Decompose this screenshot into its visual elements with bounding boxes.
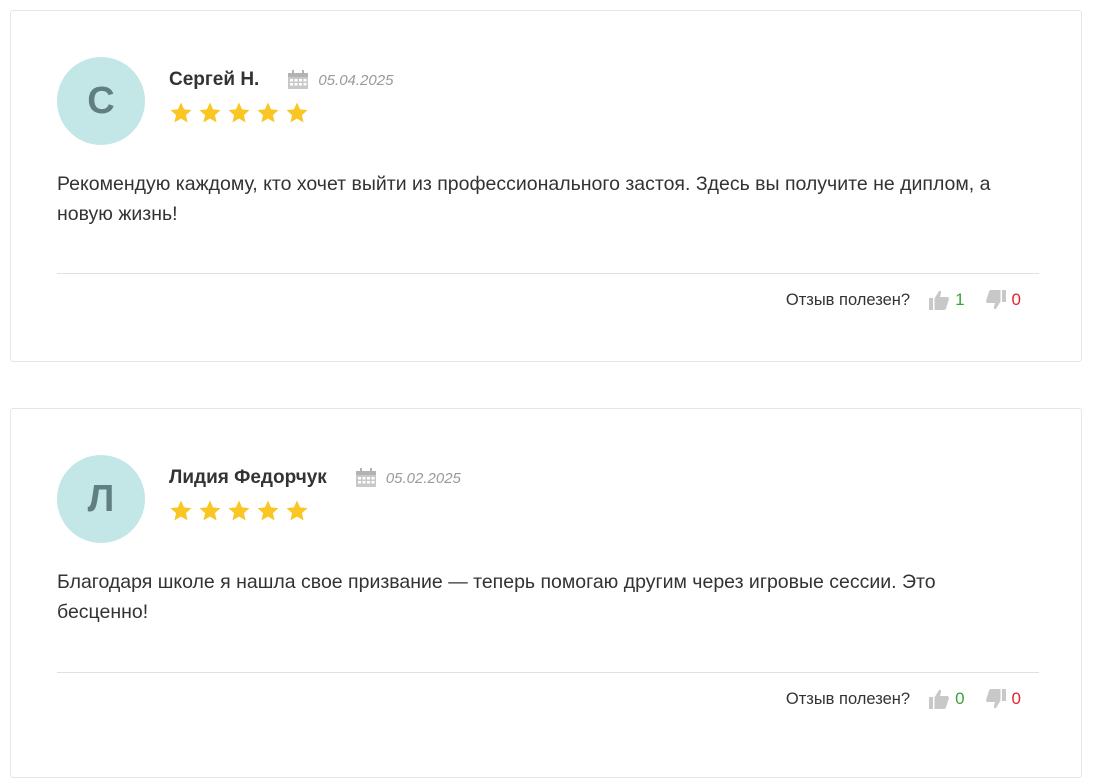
like-button[interactable]: 1 bbox=[928, 289, 965, 311]
star-icon bbox=[257, 500, 279, 521]
author-name: Сергей Н. bbox=[169, 69, 260, 90]
helpful-label: Отзыв полезен? bbox=[785, 689, 911, 708]
star-icon bbox=[170, 500, 192, 521]
star-icon bbox=[170, 102, 192, 123]
review-card: С Сергей Н. 05.04.2025 Рекомендую каждом… bbox=[10, 10, 1082, 362]
review-date: 05.02.2025 bbox=[385, 469, 461, 487]
review-card: Л Лидия Федорчук 05.02.2025 Благодаря шк… bbox=[10, 408, 1082, 778]
review-text: Рекомендую каждому, кто хочет выйти из п… bbox=[57, 173, 991, 225]
review-text: Благодаря школе я нашла свое призвание —… bbox=[57, 571, 936, 623]
review-date-wrap: 05.02.2025 bbox=[355, 468, 461, 488]
star-icon bbox=[228, 102, 250, 123]
thumbs-down-icon bbox=[985, 290, 1006, 310]
author-name: Лидия Федорчук bbox=[169, 467, 327, 488]
star-icon bbox=[199, 500, 221, 521]
avatar-letter: Л bbox=[87, 477, 115, 520]
helpful-bar: Отзыв полезен? 1 0 bbox=[786, 289, 1021, 311]
review-header: Лидия Федорчук 05.02.2025 bbox=[169, 465, 461, 491]
star-icon bbox=[286, 102, 308, 123]
dislike-button[interactable]: 0 bbox=[985, 289, 1021, 311]
avatar: Л bbox=[57, 455, 145, 543]
like-button[interactable]: 0 bbox=[928, 688, 965, 710]
star-icon bbox=[228, 500, 250, 521]
avatar: С bbox=[57, 57, 145, 145]
calendar-icon bbox=[288, 70, 309, 89]
helpful-bar: Отзыв полезен? 0 0 bbox=[786, 688, 1021, 710]
helpful-label: Отзыв полезен? bbox=[785, 290, 911, 309]
thumbs-up-icon bbox=[929, 290, 950, 310]
divider bbox=[57, 672, 1039, 673]
dislike-button[interactable]: 0 bbox=[985, 688, 1021, 710]
thumbs-down-icon bbox=[985, 689, 1006, 709]
divider bbox=[57, 273, 1039, 274]
like-count: 1 bbox=[955, 290, 965, 309]
star-icon bbox=[286, 500, 308, 521]
thumbs-up-icon bbox=[929, 689, 950, 709]
review-date-wrap: 05.04.2025 bbox=[287, 70, 393, 90]
rating-stars bbox=[169, 499, 309, 523]
calendar-icon bbox=[355, 468, 376, 487]
like-count: 0 bbox=[955, 689, 965, 708]
star-icon bbox=[199, 102, 221, 123]
review-header: Сергей Н. 05.04.2025 bbox=[169, 67, 393, 93]
dislike-count: 0 bbox=[1011, 689, 1021, 708]
star-icon bbox=[257, 102, 279, 123]
dislike-count: 0 bbox=[1011, 290, 1021, 309]
avatar-letter: С bbox=[87, 79, 115, 122]
review-date: 05.04.2025 bbox=[318, 71, 394, 89]
rating-stars bbox=[169, 101, 309, 125]
